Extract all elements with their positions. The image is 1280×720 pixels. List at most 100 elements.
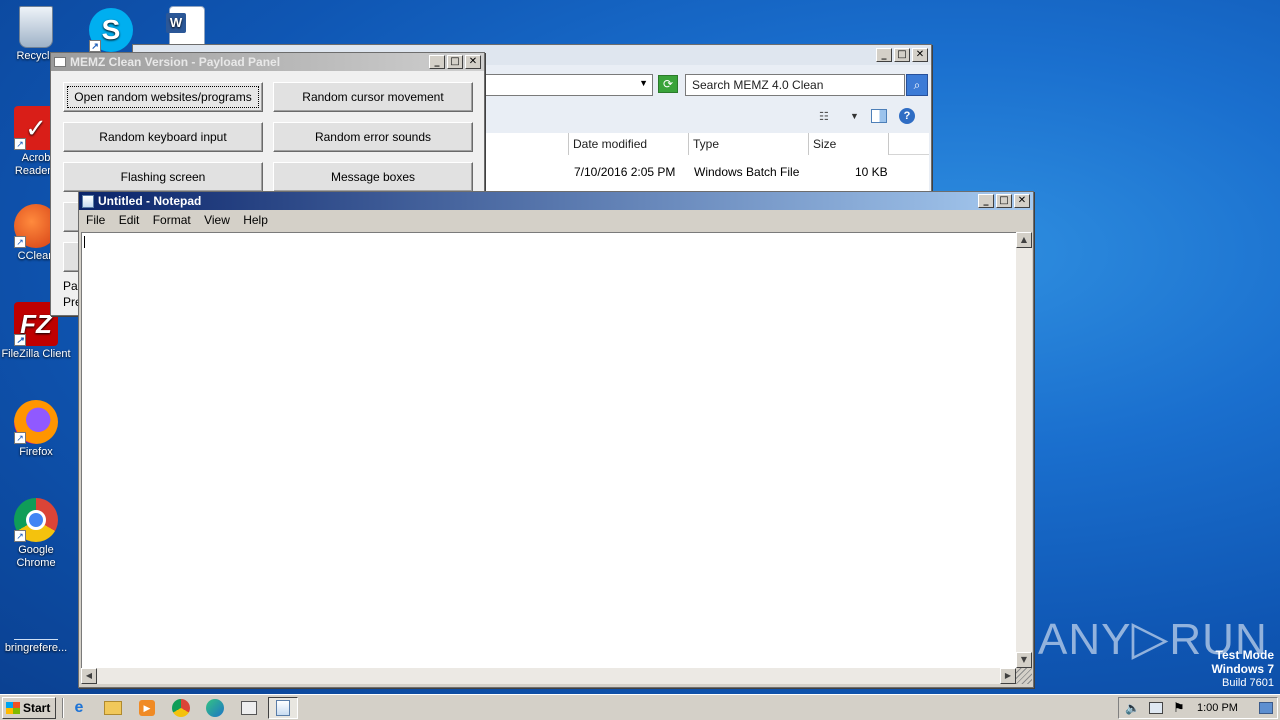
file-row[interactable]: 7/10/2016 2:05 PM Windows Batch File 10 … bbox=[483, 155, 929, 185]
shortcut-arrow-icon: ↗ bbox=[14, 432, 26, 444]
skype-icon: S ↗ bbox=[89, 8, 133, 52]
scroll-up-arrow-icon[interactable]: ▲ bbox=[1016, 232, 1032, 248]
desktop-icon-label-line1: Google bbox=[18, 544, 54, 556]
horizontal-scrollbar[interactable]: ◀ ▶ bbox=[81, 668, 1016, 684]
desktop-icon-label: FileZilla Client bbox=[1, 348, 71, 360]
build-label: Build 7601 bbox=[1222, 677, 1274, 689]
column-size-header[interactable]: Size bbox=[809, 133, 889, 155]
payload-random-keyboard-button[interactable]: Random keyboard input bbox=[63, 122, 263, 152]
file-date: 7/10/2016 2:05 PM bbox=[574, 165, 676, 179]
memz-footer-line1: Pa bbox=[63, 279, 78, 293]
menu-view[interactable]: View bbox=[199, 212, 235, 228]
column-date-modified-header[interactable]: Date modified bbox=[569, 133, 689, 155]
file-type: Windows Batch File bbox=[694, 165, 800, 179]
test-mode-label: Test Mode bbox=[1215, 648, 1274, 662]
refresh-icon[interactable]: ⟳ bbox=[658, 75, 678, 93]
column-headers: Date modified Type Size bbox=[483, 133, 929, 155]
desktop-icon-bringreference[interactable]: bringrefere... bbox=[0, 616, 72, 655]
media-player-icon: ▶ bbox=[139, 700, 155, 716]
payload-random-error-sounds-button[interactable]: Random error sounds bbox=[273, 122, 473, 152]
show-desktop-icon[interactable] bbox=[1259, 702, 1273, 714]
memz-window-icon bbox=[241, 701, 257, 715]
chrome-icon: ↗ bbox=[14, 498, 58, 542]
file-size: 10 KB bbox=[855, 165, 888, 179]
vertical-scrollbar[interactable]: ▲ ▼ bbox=[1016, 232, 1032, 668]
taskbar-chrome[interactable] bbox=[166, 697, 196, 719]
anyrun-watermark: ANY▷RUN bbox=[1038, 610, 1267, 670]
payload-flashing-screen-button[interactable]: Flashing screen bbox=[63, 162, 263, 192]
close-button[interactable]: ✕ bbox=[1014, 194, 1030, 208]
column-name-header[interactable] bbox=[483, 133, 569, 155]
minimize-button[interactable]: _ bbox=[978, 194, 994, 208]
notepad-titlebar[interactable]: Untitled - Notepad _ □ ✕ bbox=[79, 192, 1033, 210]
internet-explorer-icon: e bbox=[74, 699, 84, 716]
desktop-icon-chrome[interactable]: ↗ Google Chrome bbox=[0, 498, 72, 570]
maximize-button[interactable]: □ bbox=[447, 55, 463, 69]
network-icon[interactable] bbox=[1149, 702, 1163, 714]
shortcut-arrow-icon: ↗ bbox=[89, 40, 101, 52]
play-icon: ▷ bbox=[1131, 612, 1170, 665]
folder-icon bbox=[104, 701, 122, 715]
close-button[interactable]: ✕ bbox=[465, 55, 481, 69]
clock[interactable]: 1:00 PM bbox=[1197, 702, 1238, 714]
chrome-icon bbox=[172, 699, 190, 717]
start-button[interactable]: Start bbox=[2, 697, 56, 719]
menu-format[interactable]: Format bbox=[148, 212, 196, 228]
scroll-down-arrow-icon[interactable]: ▼ bbox=[1016, 652, 1032, 668]
taskbar-memz[interactable] bbox=[234, 697, 264, 719]
menu-edit[interactable]: Edit bbox=[114, 212, 145, 228]
minimize-button[interactable]: _ bbox=[876, 48, 892, 62]
file-icon bbox=[14, 616, 58, 640]
payload-message-boxes-button[interactable]: Message boxes bbox=[273, 162, 473, 192]
menu-file[interactable]: File bbox=[81, 212, 110, 228]
notepad-text-area[interactable] bbox=[81, 232, 1017, 668]
action-center-flag-icon[interactable]: ⚑ bbox=[1173, 700, 1185, 716]
system-tray: 🔈 ⚑ 1:00 PM bbox=[1118, 697, 1278, 719]
shortcut-arrow-icon: ↗ bbox=[14, 334, 26, 346]
notepad-app-icon bbox=[82, 194, 94, 208]
explorer-toolbar: ☷ ▼ ? bbox=[483, 103, 929, 131]
desktop-icon-label: Firefox bbox=[19, 446, 53, 458]
watermark-brand-left: ANY bbox=[1038, 615, 1132, 664]
chevron-down-icon[interactable]: ▼ bbox=[850, 111, 859, 121]
test-mode-info: Test Mode Windows 7 Build 7601 bbox=[1211, 648, 1274, 690]
taskbar-notepad[interactable] bbox=[268, 697, 298, 719]
taskbar-edge[interactable] bbox=[200, 697, 230, 719]
address-bar[interactable]: ▼ bbox=[483, 74, 653, 96]
search-placeholder: Search MEMZ 4.0 Clean bbox=[692, 78, 824, 92]
close-button[interactable]: ✕ bbox=[912, 48, 928, 62]
taskbar-explorer[interactable] bbox=[98, 697, 128, 719]
edge-icon bbox=[206, 699, 224, 717]
column-type-header[interactable]: Type bbox=[689, 133, 809, 155]
recycle-bin-icon bbox=[19, 6, 53, 48]
desktop-icon-firefox[interactable]: ↗ Firefox bbox=[0, 400, 72, 459]
search-input[interactable]: Search MEMZ 4.0 Clean bbox=[685, 74, 905, 96]
menu-help[interactable]: Help bbox=[238, 212, 273, 228]
preview-pane-icon[interactable] bbox=[871, 109, 887, 123]
notepad-menubar: File Edit Format View Help bbox=[79, 210, 1033, 230]
minimize-button[interactable]: _ bbox=[429, 55, 445, 69]
scroll-left-arrow-icon[interactable]: ◀ bbox=[81, 668, 97, 684]
volume-icon[interactable]: 🔈 bbox=[1125, 701, 1140, 715]
text-caret bbox=[84, 236, 85, 248]
payload-random-cursor-button[interactable]: Random cursor movement bbox=[273, 82, 473, 112]
memz-titlebar: MEMZ Clean Version - Payload Panel _ □ ✕ bbox=[51, 53, 484, 71]
taskbar-internet-explorer[interactable]: e bbox=[64, 697, 94, 719]
chevron-down-icon[interactable]: ▼ bbox=[639, 78, 648, 88]
size-grip-icon[interactable] bbox=[1016, 668, 1032, 684]
file-list: Date modified Type Size 7/10/2016 2:05 P… bbox=[483, 133, 929, 193]
notepad-window: Untitled - Notepad _ □ ✕ File Edit Forma… bbox=[78, 191, 1034, 688]
maximize-button[interactable]: □ bbox=[996, 194, 1012, 208]
payload-open-random-websites-button[interactable]: Open random websites/programs bbox=[63, 82, 263, 112]
maximize-button[interactable]: □ bbox=[894, 48, 910, 62]
shortcut-arrow-icon: ↗ bbox=[14, 236, 26, 248]
taskbar-media-player[interactable]: ▶ bbox=[132, 697, 162, 719]
desktop-icon-label: bringrefere... bbox=[4, 642, 68, 654]
memz-title: MEMZ Clean Version - Payload Panel bbox=[70, 55, 281, 69]
search-icon[interactable]: ⌕ bbox=[906, 74, 928, 96]
shortcut-arrow-icon: ↗ bbox=[14, 530, 26, 542]
desktop-icon-label-line2: Chrome bbox=[16, 557, 56, 569]
view-options-icon[interactable]: ☷ bbox=[819, 110, 829, 123]
scroll-right-arrow-icon[interactable]: ▶ bbox=[1000, 668, 1016, 684]
help-icon[interactable]: ? bbox=[899, 108, 915, 124]
